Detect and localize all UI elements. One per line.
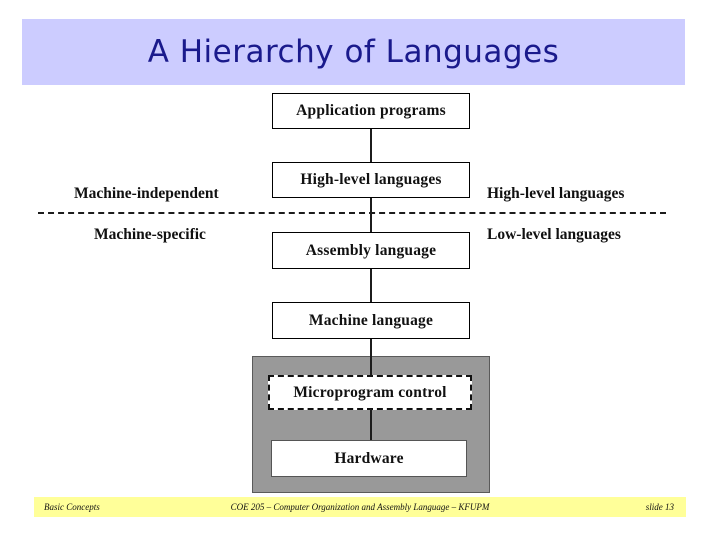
label-machine-independent: Machine-independent [74, 185, 219, 202]
machine-independence-divider [38, 212, 666, 214]
hierarchy-diagram: Application programs High-level language… [0, 0, 720, 495]
diagram-box-application-programs: Application programs [272, 93, 470, 129]
slide-footer: Basic Concepts COE 205 – Computer Organi… [34, 497, 686, 517]
connector-line [370, 269, 372, 302]
connector-line [370, 129, 372, 162]
diagram-box-label: High-level languages [300, 171, 442, 188]
diagram-box-label: Assembly language [305, 241, 437, 259]
diagram-box-microprogram-control: Microprogram control [268, 375, 472, 410]
connector-line [370, 339, 372, 377]
footer-course: COE 205 – Computer Organization and Asse… [230, 502, 490, 512]
connector-line [370, 198, 372, 232]
diagram-box-label: Hardware [334, 449, 404, 467]
diagram-box-label: Machine language [308, 311, 434, 329]
diagram-box-assembly-language: Assembly language [272, 232, 470, 269]
label-low-level-languages: Low-level languages [487, 226, 621, 243]
footer-slide-number: slide 13 [645, 502, 674, 512]
diagram-box-label: Application programs [296, 102, 446, 119]
label-high-level-languages: High-level languages [487, 185, 625, 202]
diagram-box-label: Microprogram control [293, 383, 447, 401]
label-machine-specific: Machine-specific [94, 226, 206, 243]
diagram-box-hardware: Hardware [271, 440, 467, 477]
connector-line [370, 409, 372, 441]
diagram-box-high-level-languages: High-level languages [272, 162, 470, 198]
diagram-box-machine-language: Machine language [272, 302, 470, 339]
